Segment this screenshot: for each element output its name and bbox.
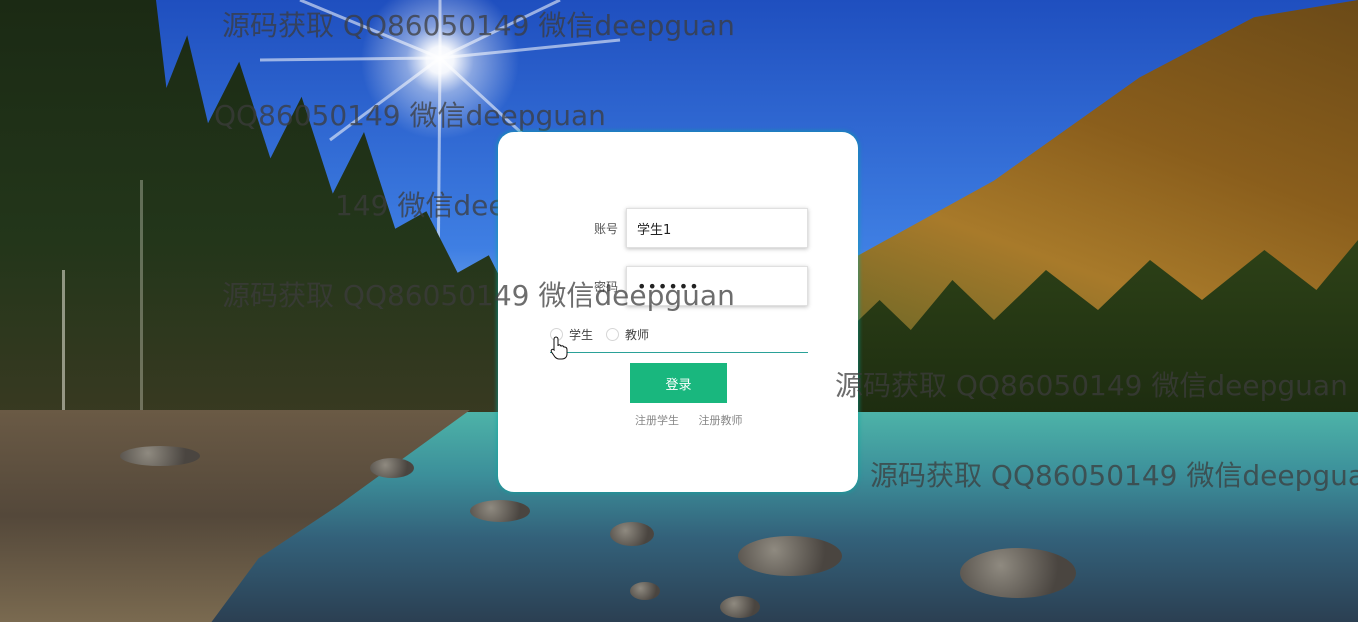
role-option-label: 学生 — [569, 328, 594, 342]
rock — [470, 500, 530, 522]
role-selector: 学生 教师 — [550, 324, 808, 353]
account-input[interactable] — [626, 208, 808, 248]
login-button[interactable]: 登录 — [630, 363, 727, 403]
hand-pointer-icon — [550, 336, 568, 360]
rock — [370, 458, 414, 478]
rock — [738, 536, 842, 576]
watermark-text: 源码获取 QQ86050149 微信deepguan — [222, 279, 735, 312]
watermark-text: 源码获取 QQ86050149 微信deepguan — [222, 9, 735, 42]
account-row: 账号 — [498, 208, 858, 248]
role-option-label: 教师 — [625, 328, 650, 342]
rock — [120, 446, 200, 466]
account-label: 账号 — [593, 222, 618, 236]
rock — [610, 522, 654, 546]
rock — [630, 582, 660, 600]
rock — [960, 548, 1076, 598]
tree-trunk — [140, 180, 143, 420]
watermark-text: QQ86050149 微信deepguan — [214, 99, 606, 132]
role-option-teacher[interactable]: 教师 — [606, 326, 649, 343]
tree-trunk — [62, 270, 65, 430]
watermark-text: 源码获取 QQ86050149 微信deepguan — [870, 459, 1358, 492]
watermark-text: 源码获取 QQ86050149 微信deepguan — [835, 369, 1348, 402]
rock — [720, 596, 760, 618]
register-student-link[interactable]: 注册学生 — [635, 414, 679, 427]
register-teacher-link[interactable]: 注册教师 — [699, 414, 743, 427]
radio-teacher[interactable] — [606, 328, 619, 341]
register-links: 注册学生 注册教师 — [635, 412, 759, 428]
